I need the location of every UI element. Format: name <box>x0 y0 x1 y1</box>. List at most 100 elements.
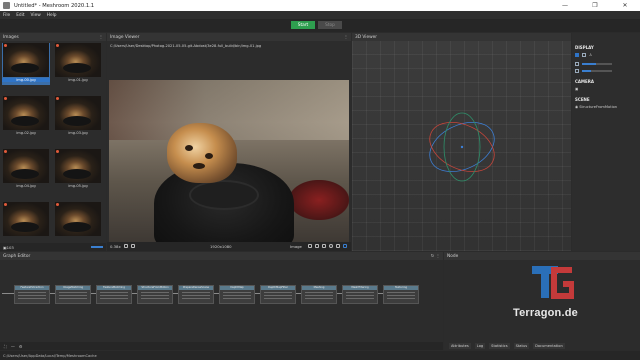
thumbnail-img-03[interactable]: img-03.jpg <box>54 96 102 138</box>
watermark-text: Terragon.de <box>513 307 578 319</box>
thumbnail-img-02[interactable]: img-02.jpg <box>2 96 50 138</box>
graph-node-attribute <box>305 298 333 299</box>
graph-node[interactable]: FeatureMatching <box>96 285 132 304</box>
graph-node-attribute <box>264 298 292 299</box>
menu-view[interactable]: View <box>31 13 41 18</box>
start-button[interactable]: Start <box>291 21 315 29</box>
graph-node[interactable]: Meshing <box>301 285 337 304</box>
images-footer: ▣ 103 <box>0 243 106 251</box>
photo-detail <box>193 163 205 169</box>
point-size-slider-fill <box>582 63 596 65</box>
display-mode-select[interactable]: Image <box>290 244 302 249</box>
image-viewer-title: Image Viewer <box>110 34 140 40</box>
graph-node-attribute <box>223 298 251 299</box>
menu-file[interactable]: File <box>3 13 10 18</box>
camera-section-label: CAMERA <box>575 79 594 84</box>
close-button[interactable]: ✕ <box>610 0 640 11</box>
settings-icon[interactable] <box>343 244 347 248</box>
graph-node[interactable]: PrepareDenseScene <box>178 285 214 304</box>
zoom-level: 0.38x <box>110 244 121 249</box>
graph-node-attribute <box>346 295 374 296</box>
channel-icon[interactable] <box>131 244 135 248</box>
graph-node[interactable]: ImageMatching <box>55 285 91 304</box>
thumbnail-img-06[interactable] <box>2 202 50 240</box>
grid-toggle-icon[interactable] <box>575 53 579 57</box>
layers-icon[interactable] <box>315 244 319 248</box>
grid-icon[interactable] <box>322 244 326 248</box>
minimize-button[interactable]: — <box>550 0 580 11</box>
thumbnail-caption: img-02.jpg <box>16 131 36 135</box>
camera-scale-slider[interactable] <box>582 70 612 72</box>
camera-row: ▣ <box>575 87 578 91</box>
images-pane-header: Images ⋮ <box>0 33 106 41</box>
thumbnail-img-07[interactable] <box>54 202 102 240</box>
thumbnail-size-slider[interactable] <box>91 246 103 248</box>
graph-node-attribute <box>346 292 374 293</box>
feature-icon[interactable] <box>336 244 340 248</box>
person-icon[interactable]: ♙ <box>589 53 592 57</box>
mode-dropdown-icon[interactable] <box>308 244 312 248</box>
thumbnail-img-05[interactable]: img-05.jpg <box>54 149 102 191</box>
display-section-label: DISPLAY <box>575 45 594 50</box>
thumbnail-img-04[interactable]: img-04.jpg <box>2 149 50 191</box>
thumbnail-img-01[interactable]: img-01.jpg <box>54 43 102 85</box>
thumbnail-image <box>3 202 49 236</box>
tab-attributes[interactable]: Attributes <box>449 343 471 349</box>
status-dot-icon <box>4 97 7 100</box>
graph-node-attribute <box>346 298 374 299</box>
image-display[interactable] <box>109 80 349 250</box>
more-options-icon[interactable]: ⋮ <box>344 35 348 40</box>
node-pane-header: Node <box>444 252 640 260</box>
graph-node[interactable]: MeshFiltering <box>342 285 378 304</box>
menu-help[interactable]: Help <box>47 13 57 18</box>
point-size-slider[interactable] <box>582 63 612 65</box>
tab-log[interactable]: Log <box>474 343 486 349</box>
thumbnail-caption: img-01.jpg <box>68 78 88 82</box>
image-path: C:/Users/User/Desktop/Photog-2021-05-05-… <box>110 44 262 48</box>
tab-statistics[interactable]: Statistics <box>489 343 510 349</box>
cache-path: C:/Users/User/AppData/Local/Temp/Meshroo… <box>3 353 97 358</box>
graph-node[interactable]: FeatureExtraction <box>14 285 50 304</box>
image-viewer-pane: Image Viewer ⋮ C:/Users/User/Desktop/Pho… <box>107 33 351 251</box>
image-viewer-footer: 0.38x 1920x1080 Image <box>107 242 351 251</box>
graph-node-title: DepthMapFilter <box>261 286 295 290</box>
graph-node[interactable]: Texturing <box>383 285 419 304</box>
thumbnail-image <box>3 96 49 130</box>
fit-icon[interactable] <box>124 244 128 248</box>
settings-icon[interactable]: ⚙ <box>19 344 23 349</box>
info-icon[interactable] <box>329 244 333 248</box>
photo-detail <box>205 153 213 159</box>
thumbnail-image <box>3 149 49 183</box>
graph-node[interactable]: DepthMap <box>219 285 255 304</box>
gizmo-toggle-icon[interactable] <box>582 53 586 57</box>
scene-section-label: SCENE <box>575 97 590 102</box>
graph-node-attribute <box>18 298 46 299</box>
scene-item[interactable]: ◉ StructureFromMotion <box>575 105 617 109</box>
photo-background <box>109 80 349 140</box>
graph-editor-header: Graph Editor ↻ ⋮ <box>0 252 443 260</box>
orbit-gizmo-icon[interactable] <box>422 103 502 183</box>
tab-documentation[interactable]: Documentation <box>533 343 565 349</box>
meshroom-app-icon <box>3 2 10 9</box>
maximize-button[interactable]: ❐ <box>580 0 610 11</box>
stop-button[interactable]: Stop <box>318 21 342 29</box>
fit-graph-icon[interactable]: ⛶ <box>4 344 7 349</box>
graph-node-title: Meshing <box>302 286 336 290</box>
menu-edit[interactable]: Edit <box>16 13 24 18</box>
minus-icon[interactable]: — <box>11 344 15 349</box>
photo-rim <box>189 180 259 210</box>
graph-node-attribute <box>305 292 333 293</box>
graph-node-attribute <box>59 295 87 296</box>
graph-node[interactable]: DepthMapFilter <box>260 285 296 304</box>
camera-scale-row <box>575 69 637 73</box>
tab-status[interactable]: Status <box>513 343 530 349</box>
camera-icon[interactable]: ▣ <box>575 87 578 91</box>
graph-node-attribute <box>59 298 87 299</box>
graph-node[interactable]: StructureFromMotion <box>137 285 173 304</box>
status-bar: C:/Users/User/AppData/Local/Temp/Meshroo… <box>0 351 640 360</box>
refresh-icon[interactable]: ↻ ⋮ <box>431 254 440 259</box>
thumbnail-image <box>55 96 101 130</box>
more-options-icon[interactable]: ⋮ <box>99 35 103 40</box>
thumbnail-img-00[interactable]: img-00.jpg <box>2 43 50 85</box>
thumbnail-caption: img-05.jpg <box>68 184 88 188</box>
